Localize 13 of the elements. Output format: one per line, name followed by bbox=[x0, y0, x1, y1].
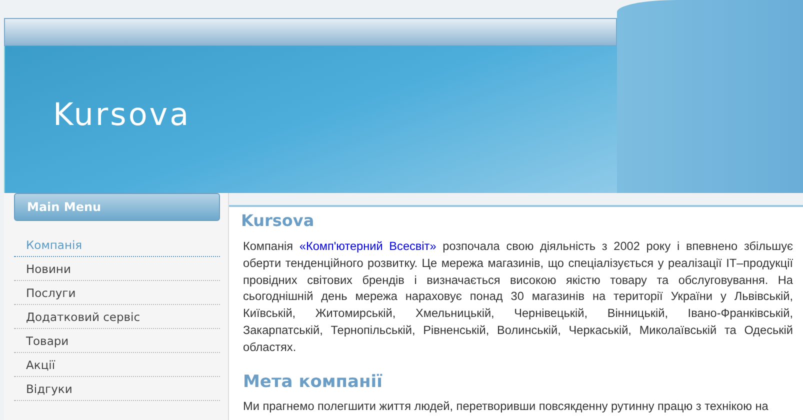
paragraph: Компанія «Комп'ютерний Всесвіт» розпочала свою діяльність з 2002 року і впевнено збільшує оберти тенденційного розвитку. Це мережа магазинів, що спеціалізується у реалізації IT–продукції провідних світових брендів і визначається високою якістю товару та обслуговування. На сьогоднішній день мережа нараховує понад 30 магазинів на території України у Львівській, Київській, Житомирській, Хмельницькій, Чернівецькій, Вінницькій, Івано-Франківській, Закарпатській, Тернопільській, Рівненській, Волинській, Черкаській, Миколаївській та Одеській областях. bbox=[243, 238, 793, 356]
menu-item[interactable]: Товари bbox=[14, 329, 220, 353]
article-title: Kursova bbox=[241, 211, 316, 230]
section-title: Мета компанії bbox=[243, 372, 384, 392]
menu-item[interactable]: Відгуки bbox=[14, 377, 220, 401]
paragraph: Ми прагнемо полегшити життя людей, перетворивши повсякденну рутинну працю з технікою на bbox=[243, 398, 770, 414]
site-title: Kursova bbox=[53, 96, 191, 132]
link[interactable]: «Комп'ютерний Всесвіт» bbox=[299, 239, 436, 253]
menu-item[interactable]: Акції bbox=[14, 353, 220, 377]
menu-item[interactable]: Послуги bbox=[14, 281, 220, 305]
menu-item[interactable]: Додатковий сервіс bbox=[14, 305, 220, 329]
menu-item[interactable]: Новини bbox=[14, 257, 220, 281]
menu-header: Main Menu bbox=[14, 193, 220, 221]
